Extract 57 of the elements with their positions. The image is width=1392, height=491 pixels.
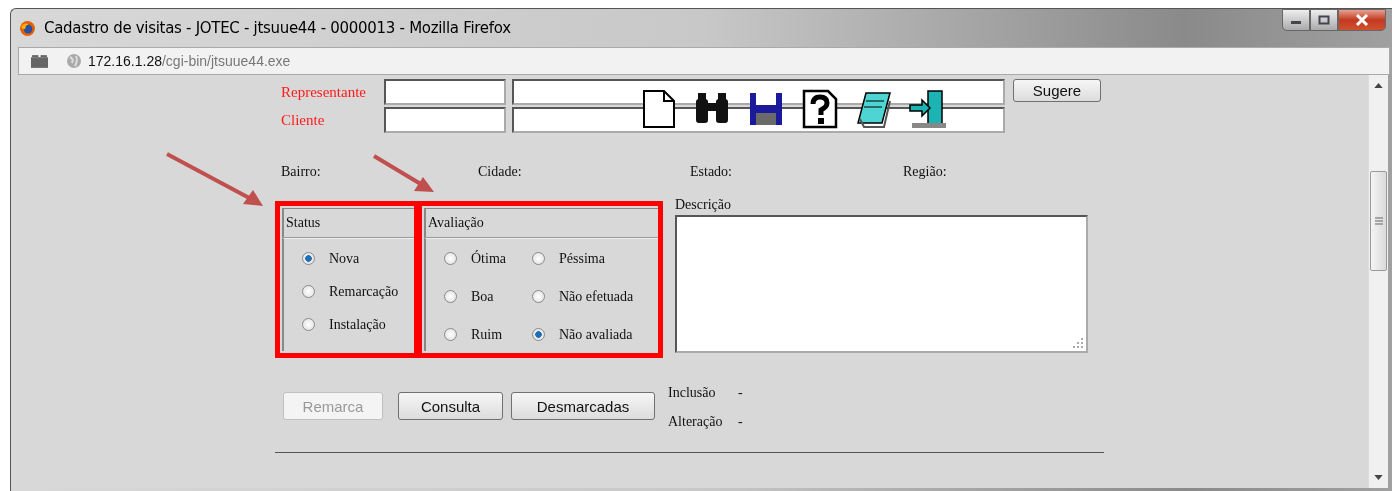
grip-lines-icon — [1374, 217, 1383, 225]
scrollbar[interactable] — [1368, 75, 1388, 488]
code-input[interactable] — [384, 79, 506, 105]
address-bar[interactable]: 172.16.1.28/cgi-bin/jtsuue44.exe — [18, 47, 1390, 75]
code-input[interactable] — [384, 107, 506, 133]
globe-icon — [66, 53, 82, 69]
field-label: Cliente — [281, 111, 326, 129]
action-button[interactable]: Consulta — [398, 392, 503, 420]
audit-value: - — [738, 414, 743, 431]
radio-button[interactable] — [444, 328, 457, 341]
location-label: Estado: — [690, 164, 733, 180]
suggest-button[interactable]: Sugere — [1013, 79, 1101, 102]
minimize-button[interactable] — [1282, 9, 1310, 31]
resize-grip-icon[interactable] — [1073, 338, 1083, 348]
radio-button[interactable] — [444, 252, 457, 265]
maximize-icon — [1318, 15, 1330, 25]
option-label: Instalação — [329, 316, 386, 333]
scroll-down-icon[interactable] — [1374, 475, 1383, 480]
maximize-button[interactable] — [1310, 9, 1338, 31]
audit-label: Alteração — [668, 414, 724, 431]
option-label: Boa — [471, 288, 494, 305]
location-label: Bairro: — [281, 164, 322, 180]
radio-button[interactable] — [302, 285, 315, 298]
scrollbar-thumb[interactable] — [1370, 171, 1387, 271]
tab-group-icon[interactable] — [31, 54, 48, 68]
browser-logo-icon — [19, 19, 36, 37]
url-text[interactable]: 172.16.1.28/cgi-bin/jtsuue44.exe — [88, 53, 291, 69]
radio-button[interactable] — [302, 252, 315, 265]
close-button[interactable] — [1338, 9, 1386, 31]
description-label: Descrição — [675, 197, 732, 214]
close-icon — [1355, 14, 1369, 26]
location-label: Região: — [903, 164, 948, 180]
location-label: Cidade: — [478, 164, 523, 180]
option-label: Remarcação — [329, 283, 399, 300]
field-label: Representante — [281, 83, 367, 101]
option-label: Não efetuada — [559, 288, 634, 305]
option-label: Ruim — [471, 326, 503, 343]
action-button[interactable]: Desmarcadas — [511, 392, 655, 420]
option-label: Nova — [329, 250, 360, 267]
radio-button[interactable] — [532, 290, 545, 303]
scroll-up-icon[interactable] — [1374, 83, 1383, 88]
radio-button[interactable] — [444, 290, 457, 303]
option-label: Ótima — [471, 250, 506, 267]
help-icon[interactable] — [800, 89, 840, 129]
notepad-icon[interactable] — [854, 89, 894, 129]
exit-door-icon[interactable] — [908, 89, 948, 129]
radio-button[interactable] — [532, 252, 545, 265]
radio-button[interactable] — [302, 318, 315, 331]
audit-label: Inclusão — [668, 385, 717, 402]
audit-value: - — [738, 385, 743, 402]
radio-button[interactable] — [532, 328, 545, 341]
annotation-arrow — [372, 154, 436, 194]
option-label: Não avaliada — [559, 326, 633, 343]
option-label: Péssima — [559, 250, 605, 267]
group-title: Status — [282, 208, 414, 237]
window-title: Cadastro de visitas - JOTEC - jtsuue44 - 0000013 - Mozilla Firefox — [44, 19, 511, 37]
group-title: Avaliação — [424, 208, 658, 237]
